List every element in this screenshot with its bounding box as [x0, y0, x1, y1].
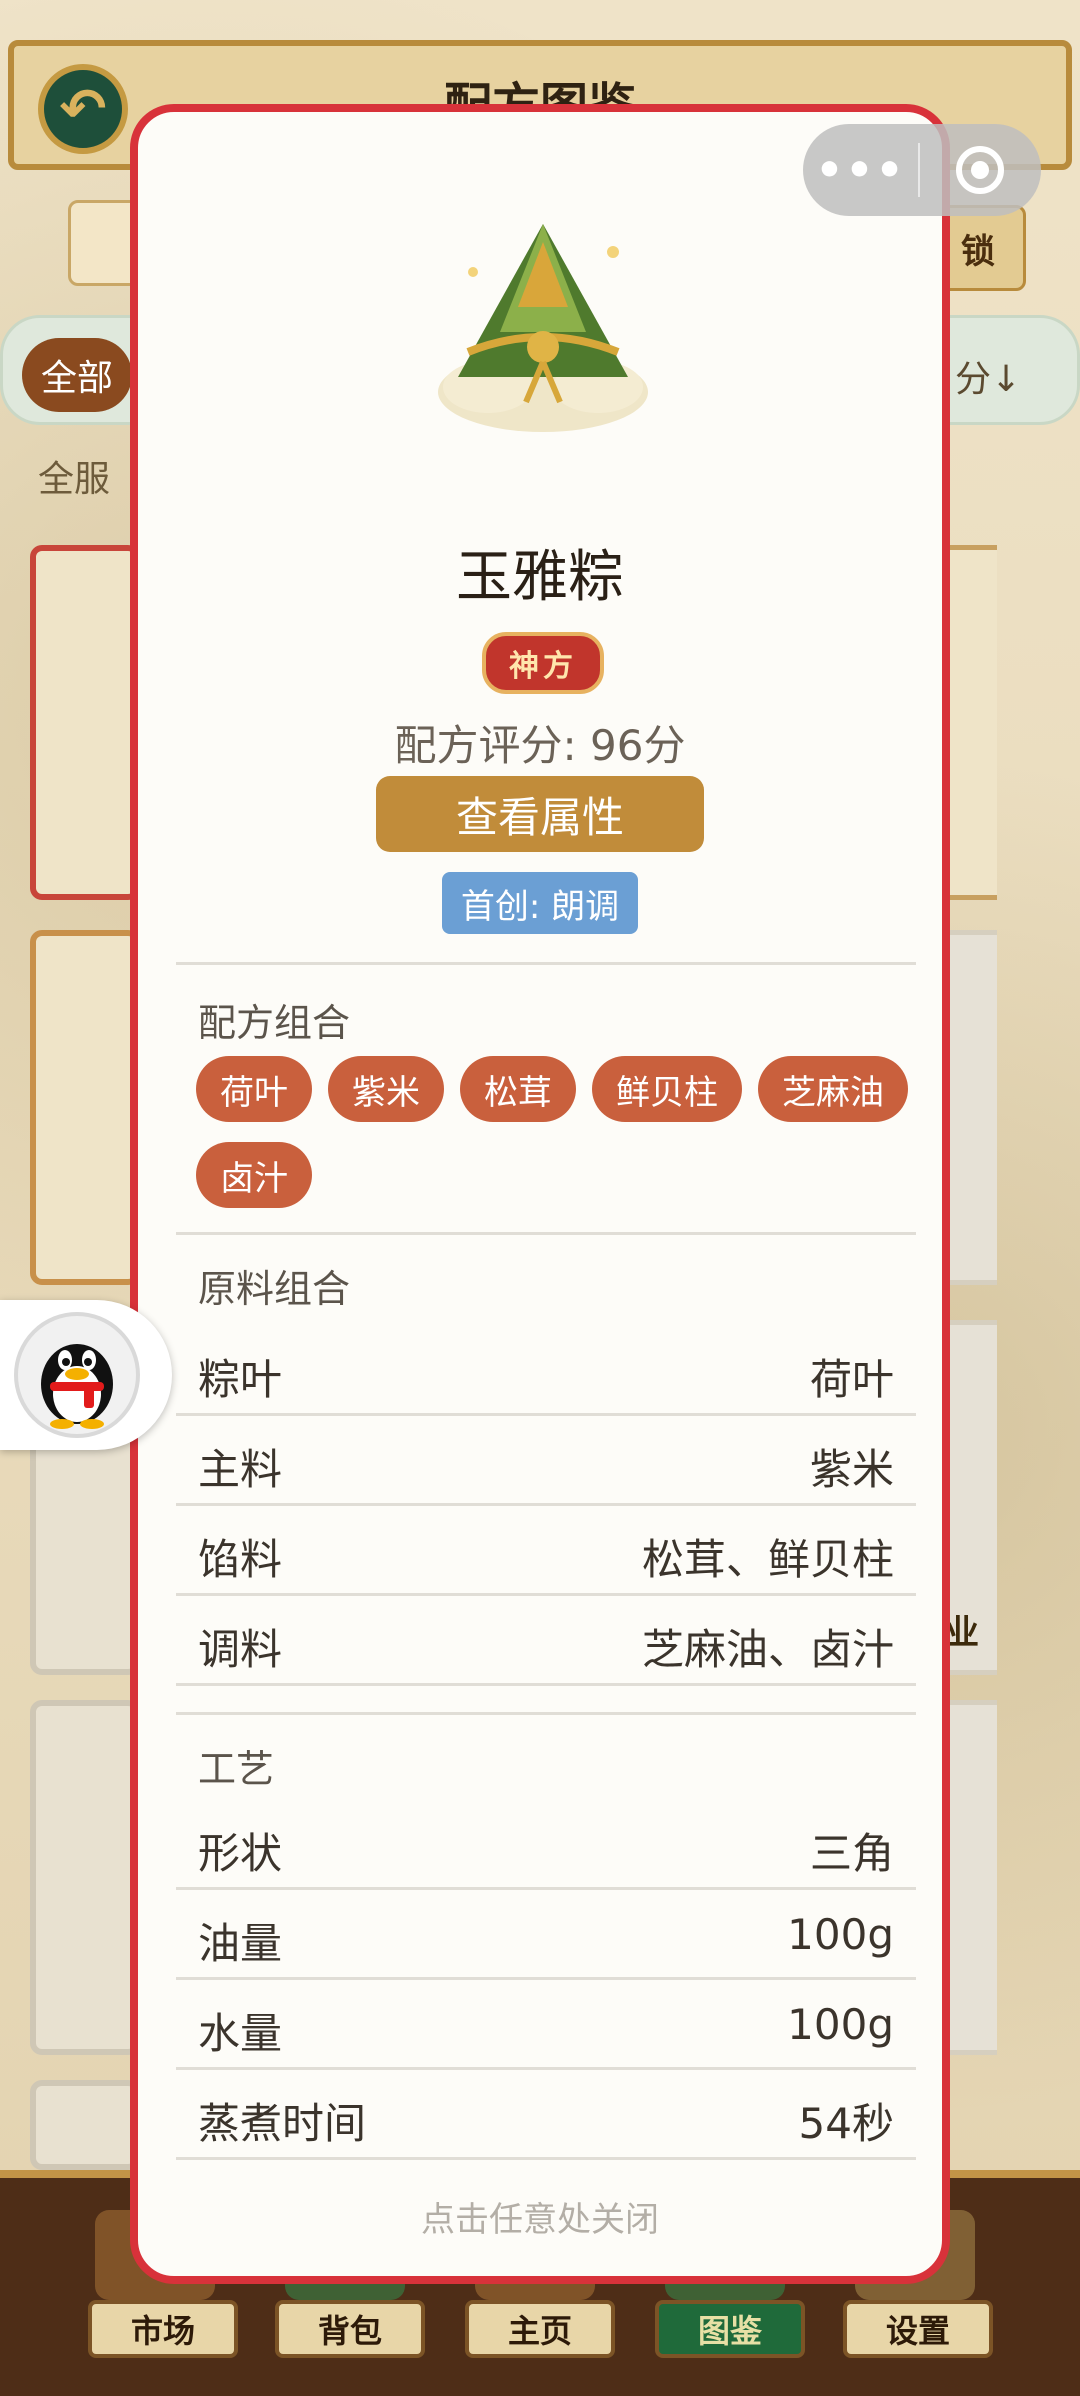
ingredient-row: 馅料 松茸、鲜贝柱	[176, 1508, 916, 1596]
recipe-chip-list: 荷叶 紫米 松茸 鲜贝柱 芝麻油 卤汁	[196, 1056, 916, 1208]
nav-codex[interactable]: 图鉴	[655, 2300, 805, 2358]
ingredient-key: 主料	[198, 1445, 283, 1494]
craft-value: 54秒	[798, 2099, 894, 2148]
miniprogram-capsule: •••	[803, 124, 1041, 216]
ingredient-row: 调料 芝麻油、卤汁	[176, 1598, 916, 1686]
ingredient-row: 粽叶 荷叶	[176, 1328, 916, 1416]
craft-value: 100g	[787, 2000, 894, 2049]
craft-section-title: 工艺	[198, 1747, 275, 1791]
capsule-separator	[918, 143, 920, 197]
craft-row: 蒸煮时间 54秒	[176, 2072, 916, 2160]
back-button[interactable]: ↶	[38, 64, 128, 154]
divider	[176, 1232, 916, 1235]
recipe-chip: 芝麻油	[758, 1056, 908, 1122]
nav-settings[interactable]: 设置	[843, 2300, 993, 2358]
craft-value: 100g	[787, 1910, 894, 1959]
craft-row: 油量 100g	[176, 1892, 916, 1980]
recipe-chip: 卤汁	[196, 1142, 312, 1208]
ingredient-value: 芝麻油、卤汁	[641, 1625, 894, 1674]
recipe-card[interactable]	[30, 2080, 140, 2170]
more-dots-icon[interactable]: •••	[803, 145, 918, 196]
divider	[176, 962, 916, 965]
qq-float-button[interactable]	[0, 1300, 172, 1450]
recipe-card[interactable]	[30, 545, 140, 900]
ingredient-key: 粽叶	[198, 1355, 283, 1404]
filter-all-button[interactable]: 全部	[22, 338, 132, 412]
craft-row: 水量 100g	[176, 1982, 916, 2070]
qq-avatar	[14, 1312, 140, 1438]
dish-name: 玉雅粽	[456, 545, 624, 610]
craft-row: 形状 三角	[176, 1802, 916, 1890]
ingredient-key: 馅料	[198, 1535, 283, 1584]
craft-key: 蒸煮时间	[198, 2099, 367, 2148]
ingredient-value: 紫米	[809, 1445, 894, 1494]
nav-bag[interactable]: 背包	[275, 2300, 425, 2358]
nav-market[interactable]: 市场	[88, 2300, 238, 2358]
recipe-card[interactable]	[30, 930, 140, 1285]
back-arrow-icon: ↶	[59, 76, 107, 142]
zongzi-image	[438, 224, 648, 432]
ingredient-row: 主料 紫米	[176, 1418, 916, 1506]
craft-key: 油量	[198, 1919, 283, 1968]
qq-penguin-icon	[41, 1344, 113, 1429]
recipe-score: 配方评分: 96分	[394, 721, 686, 770]
recipe-chip: 紫米	[328, 1056, 444, 1122]
sort-button[interactable]: 分↓	[955, 350, 1021, 402]
ingredients-section-title: 原料组合	[198, 1267, 351, 1311]
ingredient-value: 松茸、鲜贝柱	[641, 1535, 894, 1584]
craft-key: 形状	[198, 1829, 283, 1878]
first-creator-tag: 首创: 朗调	[442, 872, 638, 934]
close-hint[interactable]: 点击任意处关闭	[138, 2192, 942, 2241]
rank-badge: 神方	[482, 632, 604, 694]
side-text: 业	[945, 1613, 979, 1653]
nav-home[interactable]: 主页	[465, 2300, 615, 2358]
recipe-chip: 松茸	[460, 1056, 576, 1122]
recipe-chip: 荷叶	[196, 1056, 312, 1122]
ingredient-value: 荷叶	[809, 1355, 894, 1404]
target-circle-icon[interactable]	[956, 146, 1004, 194]
recipe-detail-modal[interactable]: 玉雅粽 神方 配方评分: 96分 查看属性 首创: 朗调 配方组合 荷叶 紫米 …	[130, 104, 950, 2284]
craft-value: 三角	[809, 1829, 894, 1878]
view-attributes-button[interactable]: 查看属性	[376, 776, 704, 852]
recipe-section-title: 配方组合	[198, 1001, 351, 1045]
ingredient-key: 调料	[198, 1625, 283, 1674]
server-label: 全服	[38, 459, 111, 500]
recipe-card[interactable]	[30, 1700, 140, 2055]
divider	[176, 1712, 916, 1715]
recipe-chip: 鲜贝柱	[592, 1056, 742, 1122]
craft-key: 水量	[198, 2009, 283, 2058]
